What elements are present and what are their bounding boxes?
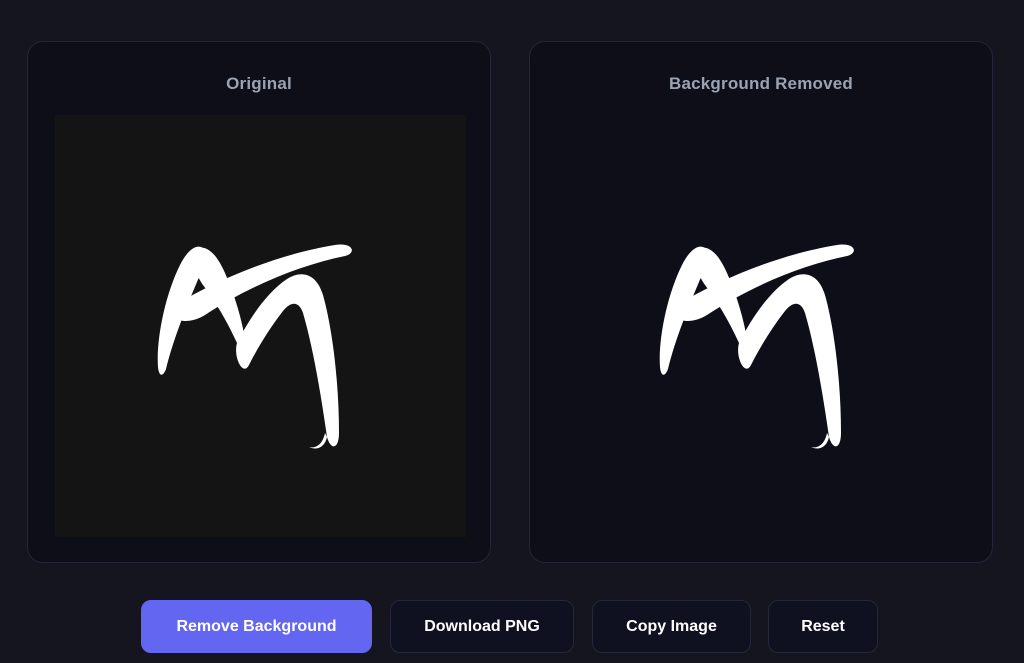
download-png-button[interactable]: Download PNG xyxy=(390,600,574,653)
original-panel-title: Original xyxy=(226,74,292,93)
reset-button[interactable]: Reset xyxy=(768,600,878,653)
removed-image xyxy=(557,115,968,537)
original-panel: Original xyxy=(27,41,491,563)
swoosh-m-logo-icon xyxy=(157,244,352,449)
removed-panel: Background Removed xyxy=(529,41,993,563)
action-toolbar: Remove Background Download PNG Copy Imag… xyxy=(0,600,1024,654)
removed-panel-title: Background Removed xyxy=(668,74,854,93)
copy-image-button[interactable]: Copy Image xyxy=(592,600,751,653)
remove-background-button[interactable]: Remove Background xyxy=(141,600,372,653)
bg-remover-app: Original Background Removed Remove Backg… xyxy=(0,0,1024,663)
swoosh-m-logo-icon xyxy=(659,244,854,449)
original-image xyxy=(55,115,466,537)
